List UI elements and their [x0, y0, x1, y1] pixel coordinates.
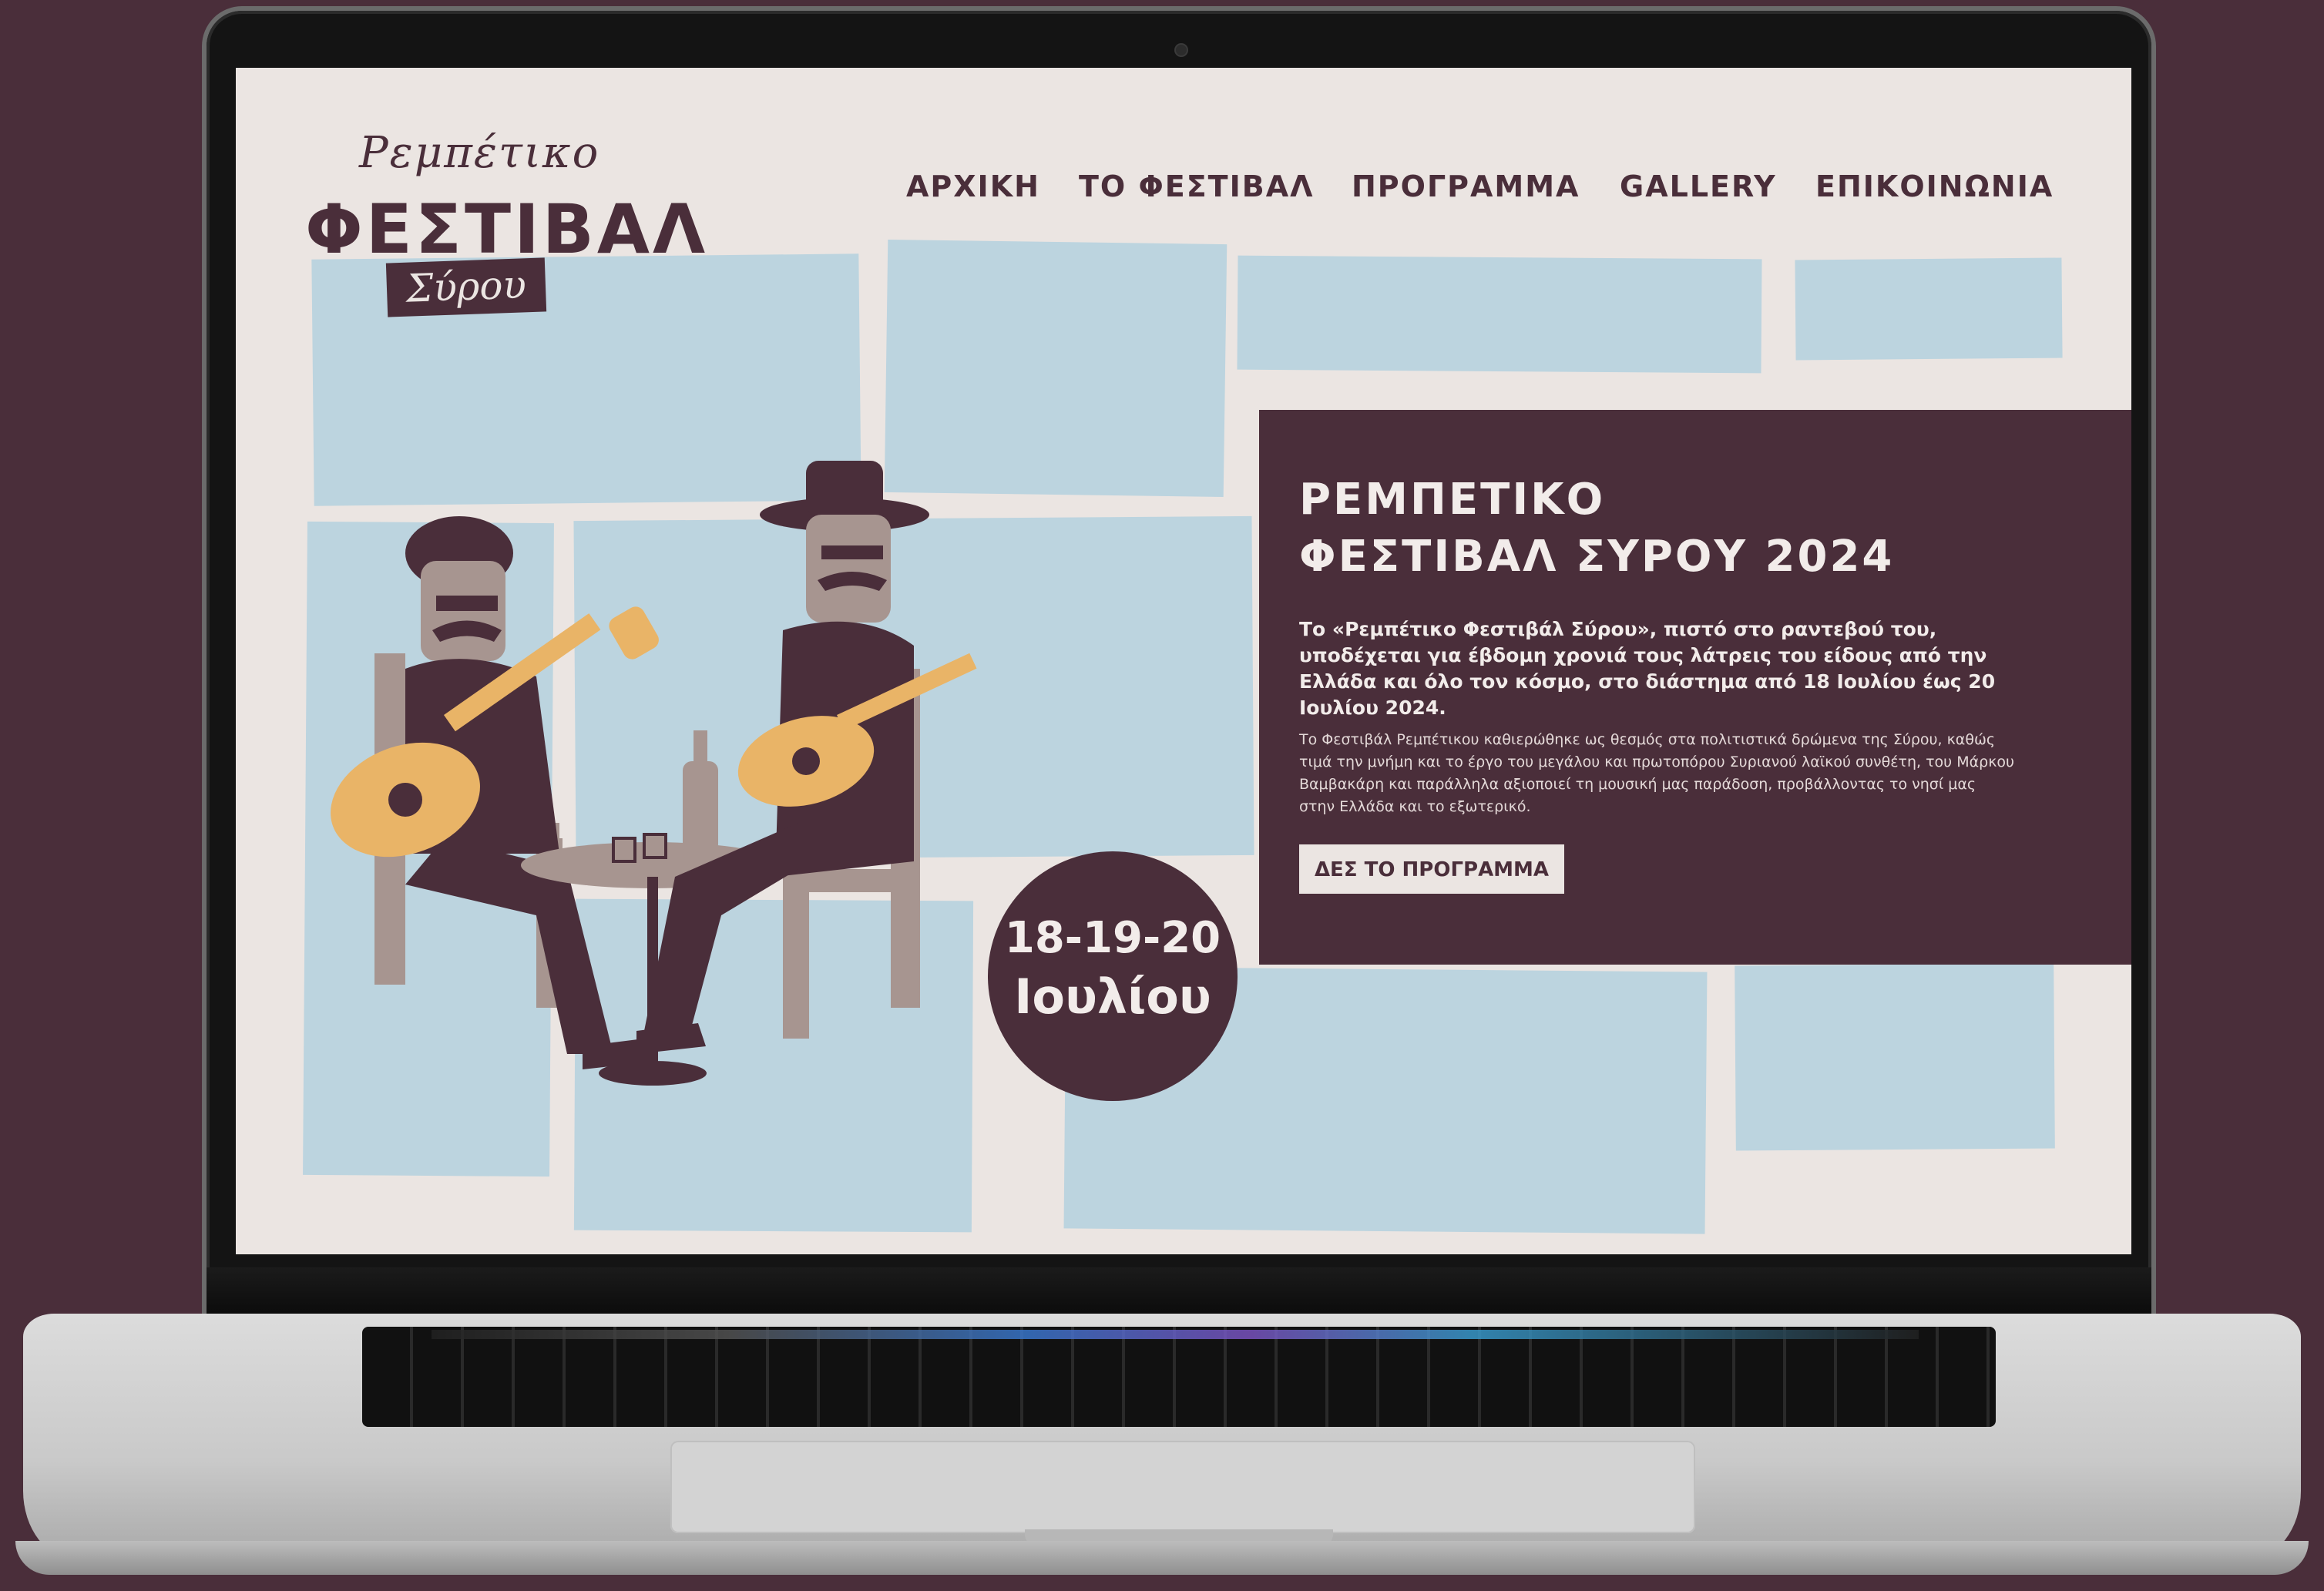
view-program-button[interactable]: ΔΕΣ ΤΟ ΠΡΟΓΡΑΜΜΑ [1299, 844, 1564, 894]
keyboard [362, 1327, 1996, 1427]
date-badge: 18-19-20 Ιουλίου [988, 851, 1238, 1101]
nav-item-program[interactable]: ΠΡΟΓΡΑΜΜΑ [1352, 170, 1580, 203]
bg-panel [1795, 257, 2063, 361]
bg-panel [1735, 963, 2055, 1151]
nav-item-home[interactable]: ΑΡΧΙΚΗ [906, 170, 1040, 203]
touch-bar [432, 1330, 1919, 1339]
hero-title-line1: ΡΕΜΠΕΤΙΚΟ [1299, 475, 1606, 525]
nav-item-gallery[interactable]: GALLERY [1620, 170, 1777, 203]
hero-body-text: Το Φεστιβάλ Ρεμπέτικου καθιερώθηκε ως θε… [1299, 731, 2015, 815]
laptop-chin [207, 1267, 2151, 1314]
browser-viewport: Ρεμπέτικο ΦΕΣΤΙΒΑΛ Σύρου ΑΡΧΙΚΗ ΤΟ ΦΕΣΤΙ… [236, 68, 2131, 1254]
logo-badge: Σύρου [385, 257, 547, 317]
hero-lead-text: Το «Ρεμπέτικο Φεστιβάλ Σύρου», πιστό στο… [1299, 618, 1996, 719]
date-badge-days: 18-19-20 [1004, 913, 1221, 963]
musicians-illustration [331, 461, 977, 1086]
bg-panel [1237, 255, 1762, 374]
left-musician [331, 516, 659, 1069]
laptop-front-edge [15, 1541, 2309, 1575]
hero-title: ΡΕΜΠΕΤΙΚΟ ΦΕΣΤΙΒΑΛ ΣΥΡΟΥ 2024 [1299, 472, 1894, 586]
date-badge-month: Ιουλίου [1014, 968, 1211, 1025]
trackpad [670, 1441, 1695, 1533]
hero-panel: ΡΕΜΠΕΤΙΚΟ ΦΕΣΤΙΒΑΛ ΣΥΡΟΥ 2024 Το «Ρεμπέτ… [1259, 410, 2131, 965]
main-nav: ΑΡΧΙΚΗ ΤΟ ΦΕΣΤΙΒΑΛ ΠΡΟΓΡΑΜΜΑ GALLERY ΕΠΙ… [236, 170, 2131, 208]
nav-item-festival[interactable]: ΤΟ ΦΕΣΤΙΒΑΛ [1079, 170, 1315, 203]
hero-title-line2: ΦΕΣΤΙΒΑΛ ΣΥΡΟΥ 2024 [1299, 532, 1895, 582]
camera-icon [1176, 45, 1187, 55]
nav-item-contact[interactable]: ΕΠΙΚΟΙΝΩΝΙΑ [1815, 170, 2054, 203]
